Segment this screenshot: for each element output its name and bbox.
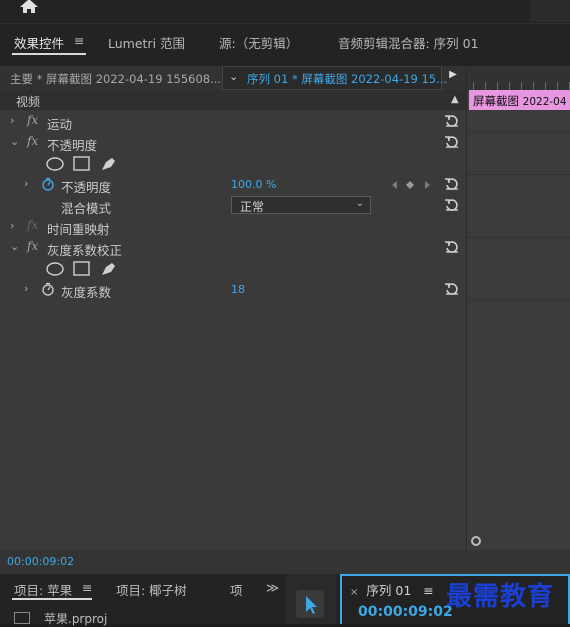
sequence-clip-label: 序列 01 * 屏幕截图 2022-04-19 15... [247,72,448,86]
chevron-down-icon: ⌄ [229,70,239,83]
tab-project-more[interactable]: 项 [230,580,243,599]
home-icon[interactable] [18,0,40,14]
effect-label: 不透明度 [47,138,98,153]
fx-icon[interactable]: fx [27,239,38,253]
project-file-name[interactable]: 苹果.prproj [44,610,107,627]
overflow-tabs-icon[interactable]: ≫ [266,580,279,595]
tab-project-apple[interactable]: 项目: 苹果 [14,580,72,599]
blend-mode-value: 正常 [240,200,265,214]
tab-menu-icon[interactable]: ≡ [423,583,433,598]
property-row-gamma[interactable]: › 灰度系数 18 [0,279,466,300]
pen-mask-icon[interactable] [102,263,115,275]
keyframe-navigator [392,181,430,189]
effect-row-motion[interactable]: › fx 运动 [0,111,466,132]
effect-row-gamma-correction[interactable]: ⌄ fx 灰度系数校正 [0,237,466,258]
effect-label: 时间重映射 [47,222,110,237]
reset-icon[interactable] [444,281,460,297]
collapse-caret-icon[interactable]: ⌄ [10,135,19,148]
pen-mask-icon[interactable] [102,158,115,170]
mask-tools [46,261,115,276]
stopwatch-icon[interactable] [41,282,55,296]
mask-tools-row [0,258,466,279]
selection-tool-button[interactable] [296,590,324,618]
property-row-blend-mode: 混合模式 正常 ⌄ [0,195,466,216]
stopwatch-icon[interactable] [41,177,55,191]
tab-menu-icon[interactable]: ≡ [82,580,92,595]
timeline-clip[interactable]: 屏幕截图 2022-04 [469,90,570,110]
chevron-down-icon: ⌄ [355,198,364,209]
fx-icon[interactable]: fx [27,134,38,148]
tab-menu-icon[interactable]: ≡ [74,33,84,48]
sequence-clip-dropdown[interactable]: ⌄ 序列 01 * 屏幕截图 2022-04-19 15... [222,66,447,90]
zoom-scroll-handle[interactable] [471,536,481,546]
reset-icon[interactable] [444,113,460,129]
collapse-caret-icon[interactable]: ⌄ [10,240,19,253]
reset-icon[interactable] [444,197,460,213]
effect-row-opacity[interactable]: ⌄ fx 不透明度 [0,132,466,153]
tab-audio-mixer[interactable]: 音频剪辑混合器: 序列 01 [338,33,479,52]
current-timecode[interactable]: 00:00:09:02 [7,555,74,568]
source-bar: 主要 * 屏幕截图 2022-04-19 155608... ⌄ 序列 01 *… [0,66,466,90]
ellipse-mask-icon[interactable] [46,262,64,276]
close-icon[interactable]: × [350,587,358,598]
expand-caret-icon[interactable]: › [10,219,14,232]
property-label: 不透明度 [61,180,112,195]
property-row-opacity[interactable]: › 不透明度 100.0 % [0,174,466,195]
fx-icon[interactable]: fx [27,113,38,127]
effect-label: 运动 [47,117,73,132]
rectangle-mask-icon[interactable] [73,156,90,171]
mask-tools-row [0,153,466,174]
collapse-triangle-icon[interactable]: ▲ [451,94,459,105]
fx-icon: fx [27,218,39,232]
panel-tabs: 效果控件 ≡ Lumetri 范围 源:（无剪辑） 音频剪辑混合器: 序列 01 [0,24,570,66]
rectangle-mask-icon[interactable] [73,261,90,276]
project-file-icon [14,612,30,624]
effect-row-time-remap[interactable]: › fx 时间重映射 [0,216,466,237]
play-icon[interactable]: ▶ [445,69,461,87]
reset-icon[interactable] [444,134,460,150]
ellipse-mask-icon[interactable] [46,157,64,171]
app-topbar [0,0,570,24]
tab-lumetri[interactable]: Lumetri 范围 [108,33,185,52]
sequence-timecode[interactable]: 00:00:09:02 [358,604,453,620]
active-tab-indicator [12,53,86,55]
active-tab-indicator [12,598,92,600]
prev-keyframe-icon[interactable] [392,181,397,189]
property-label: 混合模式 [61,201,112,216]
master-clip-label[interactable]: 主要 * 屏幕截图 2022-04-19 155608... [10,71,221,87]
tab-effect-controls[interactable]: 效果控件 [14,33,64,52]
arrow-cursor-icon [306,596,317,614]
tab-source[interactable]: 源:（无剪辑） [219,33,298,52]
mask-tools [46,156,115,171]
effect-controls-panel: 主要 * 屏幕截图 2022-04-19 155608... ⌄ 序列 01 *… [0,66,570,574]
reset-icon[interactable] [444,176,460,192]
next-keyframe-icon[interactable] [425,181,430,189]
video-section-title: 视频 [16,95,41,109]
clip-name: 屏幕截图 [473,94,519,108]
add-keyframe-icon[interactable] [406,181,414,189]
watermark-logo: 最需教育 [446,582,555,612]
topbar-right-area [530,0,570,22]
opacity-value[interactable]: 100.0 % [231,178,276,191]
expand-caret-icon[interactable]: › [24,177,28,190]
blend-mode-select[interactable]: 正常 ⌄ [231,196,371,214]
tab-project-coconut[interactable]: 项目: 椰子树 [116,580,187,599]
effect-label: 灰度系数校正 [47,243,123,258]
gamma-value[interactable]: 18 [231,283,245,296]
property-label: 灰度系数 [61,285,112,300]
video-section-header: 视频 ▲ [0,90,466,110]
tab-sequence-01[interactable]: × 序列 01 ≡ [350,580,434,599]
tools-panel [286,574,336,624]
expand-caret-icon[interactable]: › [10,114,14,127]
expand-caret-icon[interactable]: › [24,282,28,295]
time-ruler[interactable] [467,66,570,90]
reset-icon[interactable] [444,239,460,255]
current-timecode-bar: 00:00:09:02 [0,550,570,574]
clip-date: 2022-04 [522,96,567,108]
mini-timeline: 屏幕截图 2022-04 [466,66,570,550]
